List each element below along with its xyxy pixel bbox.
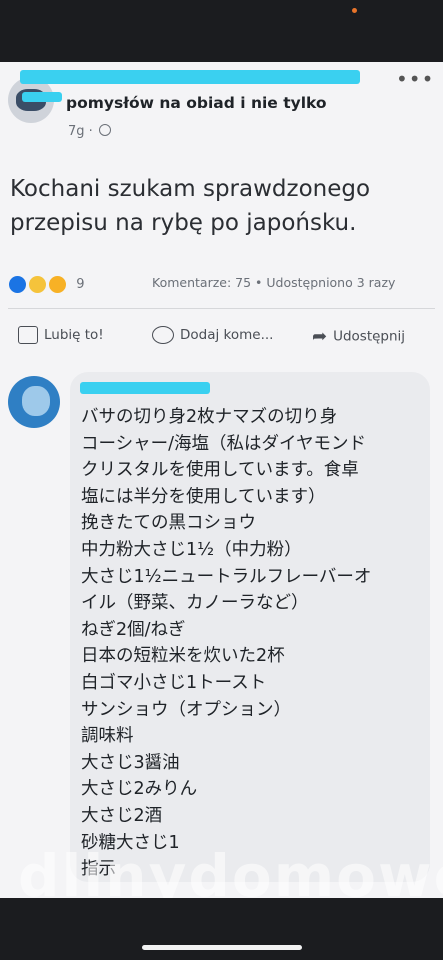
comment-line: 大さじ2みりん xyxy=(81,779,198,800)
share-label: Udostępnij xyxy=(333,328,406,345)
comment-line: 調味料 xyxy=(81,726,134,747)
like-reaction-icon xyxy=(8,275,27,294)
wow-reaction-icon xyxy=(48,275,68,294)
redacted-commenter-scribble xyxy=(80,382,210,394)
globe-icon xyxy=(98,124,111,136)
redacted-author-scribble xyxy=(20,70,360,84)
comment-line: 挽きたての黒コショウ xyxy=(81,513,256,534)
phone-status-bar xyxy=(0,0,443,62)
like-label: Lubię to! xyxy=(44,327,104,343)
haha-reaction-icon xyxy=(28,275,48,294)
comment-line: 大さじ2酒 xyxy=(81,805,163,826)
home-indicator[interactable] xyxy=(142,945,302,950)
comment-button[interactable]: Dodaj kome... xyxy=(152,326,273,352)
comment-line: クリスタルを使用しています。食卓 xyxy=(81,460,359,481)
comment-line: ねぎ2個/ねぎ xyxy=(81,619,186,640)
divider xyxy=(8,308,435,309)
post-text: Kochani szukam sprawdzonego przepisu na … xyxy=(10,176,371,236)
comment-line: 大さじ1½ニュートラルフレーバーオ xyxy=(81,566,372,587)
post-card: pomysłów na obiad i nie tylko 7g · ••• K… xyxy=(0,62,443,898)
comment-line: イル（野菜、カノーラなど） xyxy=(81,593,309,614)
comment-label: Dodaj kome... xyxy=(180,327,274,343)
comment-line: コーシャー/海塩（私はダイヤモンド xyxy=(81,433,367,454)
comment-line: 中力粉大さじ1½（中力粉） xyxy=(81,539,302,560)
comment-bubble-icon xyxy=(152,326,174,344)
like-button[interactable]: Lubię to! xyxy=(18,326,104,352)
post-time: 7g · xyxy=(68,124,93,139)
thumbs-up-icon xyxy=(18,326,38,344)
post-stats[interactable]: Komentarze: 75 • Udostępniono 3 razy xyxy=(152,275,395,290)
comment-line: 白ゴマ小さじ1トースト xyxy=(81,672,267,693)
notification-dot xyxy=(352,8,357,13)
commenter-avatar[interactable] xyxy=(8,376,60,428)
comment-text: バサの切り身2枚ナマズの切り身コーシャー/海塩（私はダイヤモンド クリスタルを使用… xyxy=(81,404,426,883)
comment-line: 日本の短粒米を炊いた2杯 xyxy=(81,646,285,667)
redacted-avatar-scribble xyxy=(22,92,62,102)
comment-line: 大さじ3醤油 xyxy=(81,752,180,773)
comment-line: バサの切り身2枚ナマズの切り身 xyxy=(81,407,338,427)
share-button[interactable]: ➦ Udostępnij xyxy=(312,326,405,352)
more-options-icon[interactable]: ••• xyxy=(396,67,434,91)
comment-line: サンショウ（オプション） xyxy=(81,699,291,720)
reactions-summary[interactable]: 9 xyxy=(8,274,85,294)
bottom-bar xyxy=(0,898,443,960)
share-arrow-icon: ➦ xyxy=(312,326,328,347)
post-timestamp[interactable]: 7g · xyxy=(68,124,111,139)
group-name[interactable]: pomysłów na obiad i nie tylko xyxy=(66,94,327,112)
watermark: dlinydomowe xyxy=(18,842,443,898)
comment-line: 塩には半分を使用しています） xyxy=(81,486,326,507)
reaction-count: 9 xyxy=(76,277,85,292)
